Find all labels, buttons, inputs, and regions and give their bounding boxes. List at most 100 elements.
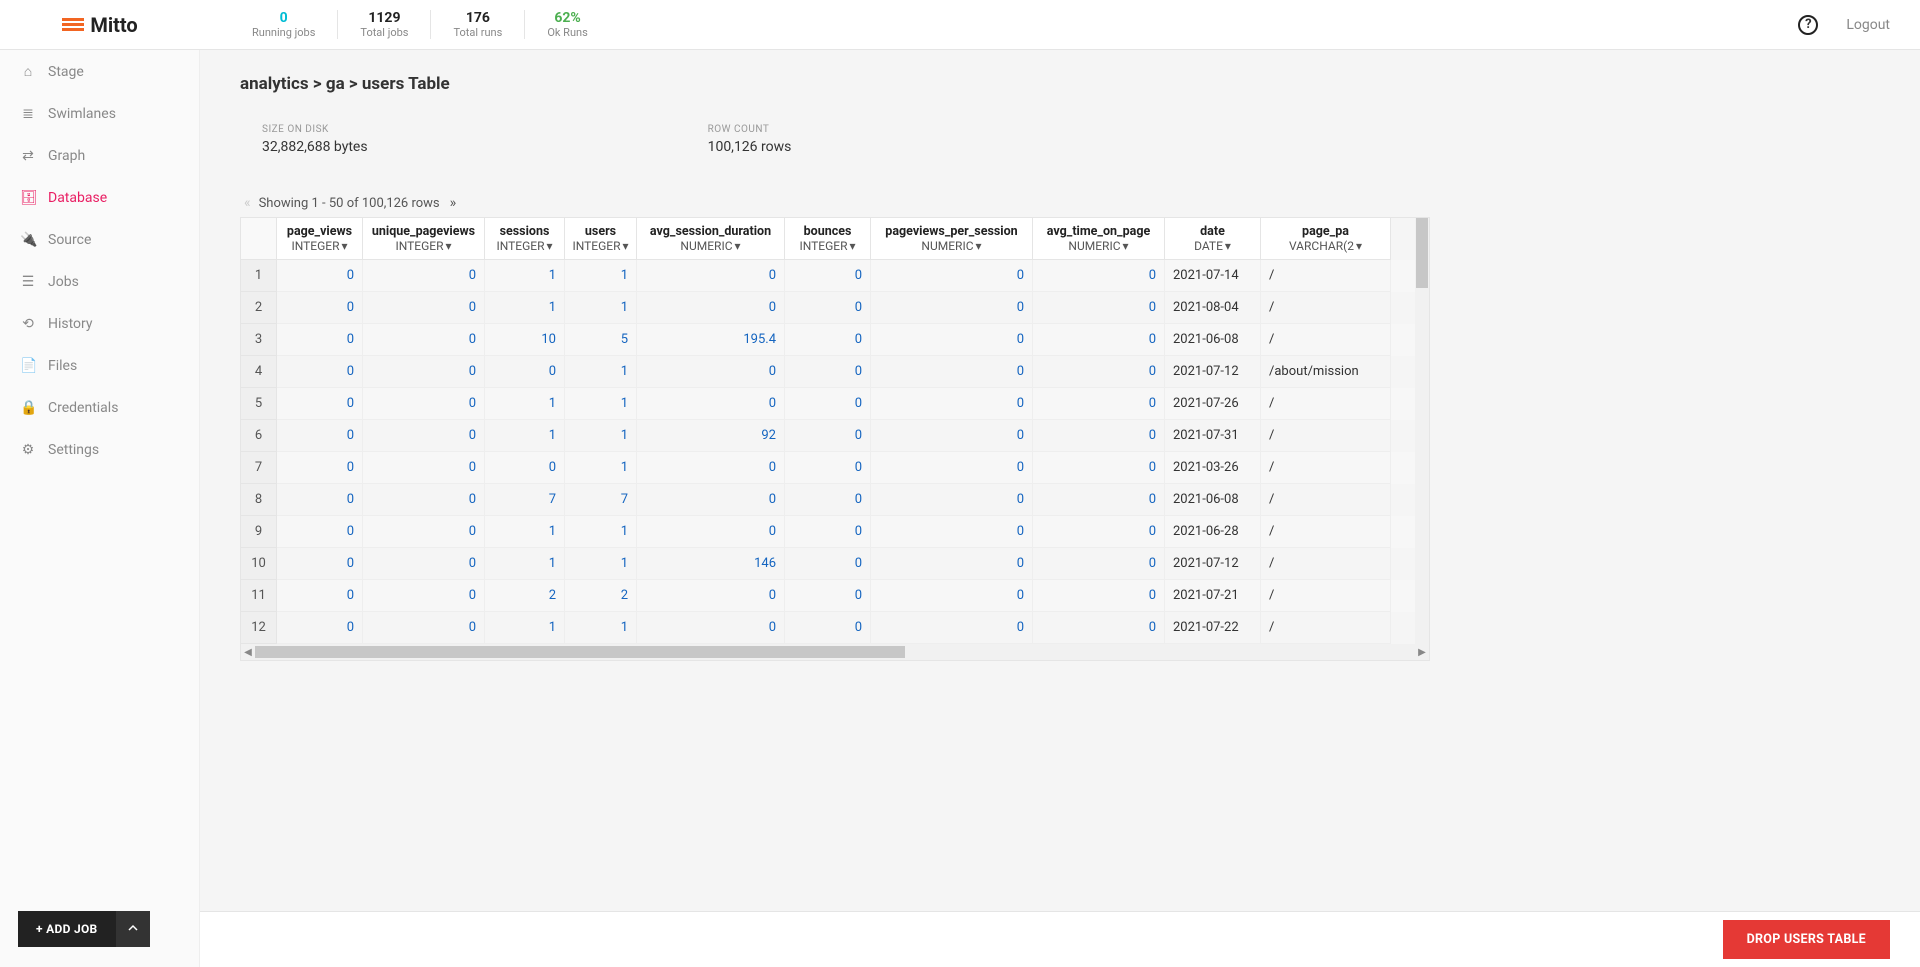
column-type: INTEGER ▾: [367, 239, 480, 253]
drop-table-button[interactable]: DROP USERS TABLE: [1723, 920, 1890, 959]
grid-body: 1001100002021-07-14/2001100002021-08-04/…: [241, 260, 1429, 644]
cell-avg_session_duration: 0: [637, 356, 785, 388]
table-row[interactable]: 12001100002021-07-22/: [241, 612, 1429, 644]
column-header-page_pa[interactable]: page_pa VARCHAR(2 ▾: [1261, 218, 1391, 260]
cell-avg_time_on_page: 0: [1033, 356, 1165, 388]
cell-sessions: 10: [485, 324, 565, 356]
breadcrumb-sep: >: [313, 74, 326, 94]
column-type: DATE ▾: [1169, 239, 1256, 253]
logo-text: Mitto: [90, 13, 137, 37]
sidebar-item-swimlanes[interactable]: ≣ Swimlanes: [0, 93, 199, 135]
header-stat: 0 Running jobs: [230, 10, 338, 40]
cell-page_pa: /: [1261, 548, 1391, 580]
cell-pageviews_per_session: 0: [871, 484, 1033, 516]
sidebar-item-stage[interactable]: ⌂ Stage: [0, 50, 199, 93]
stat-value: 176: [453, 10, 502, 27]
add-job-button[interactable]: + ADD JOB: [18, 911, 116, 947]
column-header-users[interactable]: users INTEGER ▾: [565, 218, 637, 260]
cell-bounces: 0: [785, 324, 871, 356]
stat-label: Running jobs: [252, 26, 315, 39]
logout-link[interactable]: Logout: [1846, 17, 1890, 33]
cell-page_pa: /: [1261, 516, 1391, 548]
breadcrumb-part[interactable]: analytics: [240, 74, 309, 94]
top-header: Mitto 0 Running jobs1129 Total jobs176 T…: [0, 0, 1920, 50]
sidebar-item-history[interactable]: ⟲ History: [0, 303, 199, 345]
cell-avg_time_on_page: 0: [1033, 612, 1165, 644]
column-name: date: [1169, 224, 1256, 239]
hscroll-track[interactable]: [255, 644, 1415, 660]
table-row[interactable]: 60011920002021-07-31/: [241, 420, 1429, 452]
cell-users: 7: [565, 484, 637, 516]
cell-pageviews_per_session: 0: [871, 580, 1033, 612]
pager-next[interactable]: »: [450, 195, 455, 211]
footer: DROP USERS TABLE: [200, 911, 1920, 967]
pager-prev[interactable]: «: [244, 195, 249, 211]
table-row[interactable]: 8007700002021-06-08/: [241, 484, 1429, 516]
horizontal-scrollbar[interactable]: ◀ ▶: [241, 644, 1429, 660]
column-header-avg_session_duration[interactable]: avg_session_duration NUMERIC ▾: [637, 218, 785, 260]
history-icon: ⟲: [20, 316, 36, 332]
column-header-date[interactable]: date DATE ▾: [1165, 218, 1261, 260]
table-row[interactable]: 300105195.40002021-06-08/: [241, 324, 1429, 356]
jobs-icon: ☰: [20, 274, 36, 290]
cell-pageviews_per_session: 0: [871, 356, 1033, 388]
table-row[interactable]: 7000100002021-03-26/: [241, 452, 1429, 484]
sidebar-item-settings[interactable]: ⚙ Settings: [0, 429, 199, 471]
cell-unique_pageviews: 0: [363, 452, 485, 484]
hscroll-right-arrow[interactable]: ▶: [1415, 644, 1429, 660]
logo[interactable]: Mitto: [0, 13, 200, 37]
column-header-avg_time_on_page[interactable]: avg_time_on_page NUMERIC ▾: [1033, 218, 1165, 260]
breadcrumb-part[interactable]: ga: [326, 74, 345, 94]
sidebar-item-credentials[interactable]: 🔒 Credentials: [0, 387, 199, 429]
cell-page_views: 0: [277, 356, 363, 388]
table-row[interactable]: 2001100002021-08-04/: [241, 292, 1429, 324]
column-header-pageviews_per_session[interactable]: pageviews_per_session NUMERIC ▾: [871, 218, 1033, 260]
table-row[interactable]: 4000100002021-07-12/about/mission: [241, 356, 1429, 388]
sidebar-item-source[interactable]: 🔌 Source: [0, 219, 199, 261]
column-type: NUMERIC ▾: [641, 239, 780, 253]
cell-page_pa: /: [1261, 484, 1391, 516]
column-type: INTEGER ▾: [569, 239, 632, 253]
hscroll-left-arrow[interactable]: ◀: [241, 644, 255, 660]
rownum-header: [241, 218, 277, 260]
table-row[interactable]: 5001100002021-07-26/: [241, 388, 1429, 420]
column-header-sessions[interactable]: sessions INTEGER ▾: [485, 218, 565, 260]
rownum-cell: 12: [241, 612, 277, 644]
vscroll-thumb[interactable]: [1416, 218, 1428, 288]
sidebar-item-files[interactable]: 📄 Files: [0, 345, 199, 387]
table-row[interactable]: 1001100002021-07-14/: [241, 260, 1429, 292]
column-header-unique_pageviews[interactable]: unique_pageviews INTEGER ▾: [363, 218, 485, 260]
cell-date: 2021-07-12: [1165, 356, 1261, 388]
rownum-cell: 5: [241, 388, 277, 420]
column-name: avg_time_on_page: [1037, 224, 1160, 239]
cell-avg_time_on_page: 0: [1033, 516, 1165, 548]
table-row[interactable]: 9001100002021-06-28/: [241, 516, 1429, 548]
column-type: VARCHAR(2 ▾: [1265, 239, 1386, 253]
cell-avg_session_duration: 0: [637, 452, 785, 484]
rownum-cell: 3: [241, 324, 277, 356]
chevron-down-icon: ▾: [1123, 239, 1129, 253]
sidebar-item-jobs[interactable]: ☰ Jobs: [0, 261, 199, 303]
chevron-down-icon: ▾: [735, 239, 741, 253]
cell-unique_pageviews: 0: [363, 484, 485, 516]
chevron-down-icon: ▾: [1356, 239, 1362, 253]
column-header-page_views[interactable]: page_views INTEGER ▾: [277, 218, 363, 260]
table-row[interactable]: 11002200002021-07-21/: [241, 580, 1429, 612]
cell-avg_session_duration: 0: [637, 580, 785, 612]
column-header-bounces[interactable]: bounces INTEGER ▾: [785, 218, 871, 260]
table-row[interactable]: 1000111460002021-07-12/: [241, 548, 1429, 580]
hscroll-thumb[interactable]: [255, 646, 905, 658]
add-job-dropdown[interactable]: [116, 911, 150, 947]
vertical-scrollbar[interactable]: [1415, 218, 1429, 644]
help-icon[interactable]: ?: [1798, 15, 1818, 35]
rownum-cell: 10: [241, 548, 277, 580]
sidebar-item-graph[interactable]: ⇄ Graph: [0, 135, 199, 177]
cell-avg_time_on_page: 0: [1033, 452, 1165, 484]
cell-date: 2021-07-31: [1165, 420, 1261, 452]
cell-page_views: 0: [277, 516, 363, 548]
rownum-cell: 4: [241, 356, 277, 388]
chevron-down-icon: ▾: [1225, 239, 1231, 253]
rownum-cell: 11: [241, 580, 277, 612]
sidebar-item-database[interactable]: 🗄 Database: [0, 177, 199, 219]
header-stat: 176 Total runs: [431, 10, 525, 40]
